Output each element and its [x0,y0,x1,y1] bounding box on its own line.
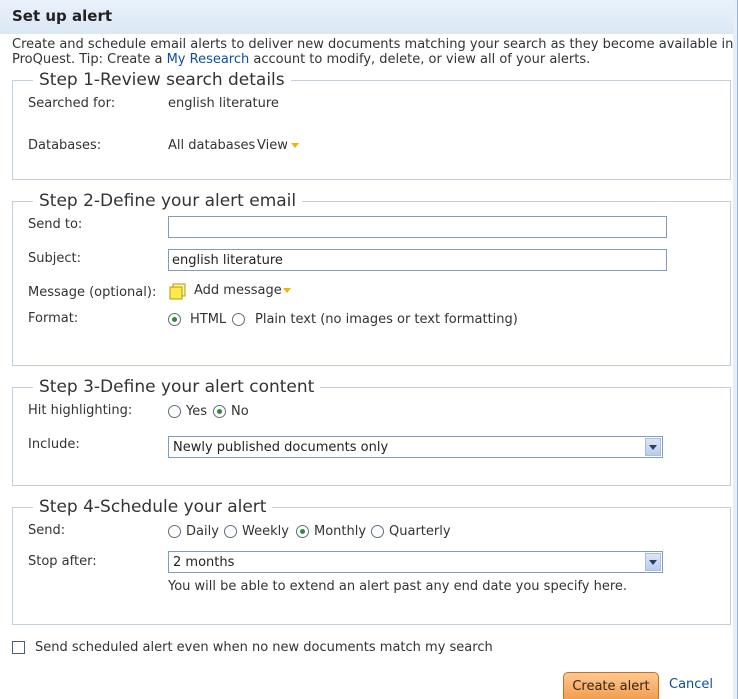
set-up-alert-dialog: Set up alert Create and schedule email a… [0,0,738,699]
subject-label: Subject: [28,251,81,266]
add-message-note-icon[interactable] [169,283,187,301]
freq-daily-radio[interactable] [168,525,181,538]
hit-no-radio[interactable] [213,405,226,418]
send-frequency-label: Send: [28,523,66,538]
include-label: Include: [28,437,80,452]
freq-weekly-radio[interactable] [224,525,237,538]
stop-after-select[interactable]: 2 months [168,551,663,573]
freq-daily-label: Daily [186,524,219,539]
include-dropdown-icon[interactable] [645,438,661,456]
send-always-checkbox[interactable] [12,641,25,654]
format-label: Format: [28,311,79,326]
intro-line2-prefix: ProQuest. Tip: Create a [12,52,167,67]
add-message-caret-icon[interactable] [283,288,291,293]
searched-for-value: english literature [168,96,279,111]
intro-text: Create and schedule email alerts to deli… [12,37,734,67]
my-research-link[interactable]: My Research [167,52,250,67]
databases-label: Databases: [28,138,102,153]
hit-yes-label: Yes [186,404,207,419]
include-select[interactable]: Newly published documents only [168,436,663,458]
freq-weekly-label: Weekly [242,524,289,539]
step2-legend: Step 2-Define your alert email [39,191,297,211]
hit-yes-radio[interactable] [168,405,181,418]
dialog-titlebar: Set up alert [0,0,737,34]
stop-after-note: You will be able to extend an alert past… [168,579,628,594]
cancel-link[interactable]: Cancel [669,677,713,692]
create-alert-button[interactable]: Create alert [563,672,659,699]
include-selected-value: Newly published documents only [173,440,389,455]
freq-quarterly-radio[interactable] [371,525,384,538]
intro-line2-suffix: account to modify, delete, or view all o… [249,52,591,67]
step3-legend: Step 3-Define your alert content [39,377,315,397]
databases-view-link[interactable]: View [257,138,288,153]
freq-monthly-label: Monthly [314,524,367,539]
dialog-title: Set up alert [12,7,113,25]
subject-input[interactable] [168,249,667,271]
send-to-label: Send to: [28,217,83,232]
step4-legend: Step 4-Schedule your alert [39,497,267,517]
step1-legend: Step 1-Review search details [39,70,285,90]
format-plain-radio[interactable] [232,313,245,326]
hit-highlighting-label: Hit highlighting: [28,403,133,418]
step1-section: Step 1-Review search details [12,70,731,180]
freq-quarterly-label: Quarterly [389,524,451,539]
format-html-label: HTML [190,312,227,327]
message-label: Message (optional): [28,285,157,300]
step3-section: Step 3-Define your alert content [12,377,731,486]
format-html-radio[interactable] [168,313,181,326]
stop-after-label: Stop after: [28,554,97,569]
dialog-right-edge [733,0,737,699]
send-to-input[interactable] [168,216,667,238]
freq-monthly-radio[interactable] [296,525,309,538]
stop-after-dropdown-icon[interactable] [645,553,661,571]
send-always-label: Send scheduled alert even when no new do… [35,640,493,655]
add-message-link[interactable]: Add message [194,283,282,298]
searched-for-label: Searched for: [28,96,116,111]
format-plain-label: Plain text (no images or text formatting… [255,312,518,327]
hit-no-label: No [231,404,249,419]
databases-value: All databases [168,138,256,153]
view-dropdown-caret-icon[interactable] [291,143,299,148]
stop-after-selected-value: 2 months [173,555,235,570]
intro-line1: Create and schedule email alerts to deli… [12,37,734,52]
